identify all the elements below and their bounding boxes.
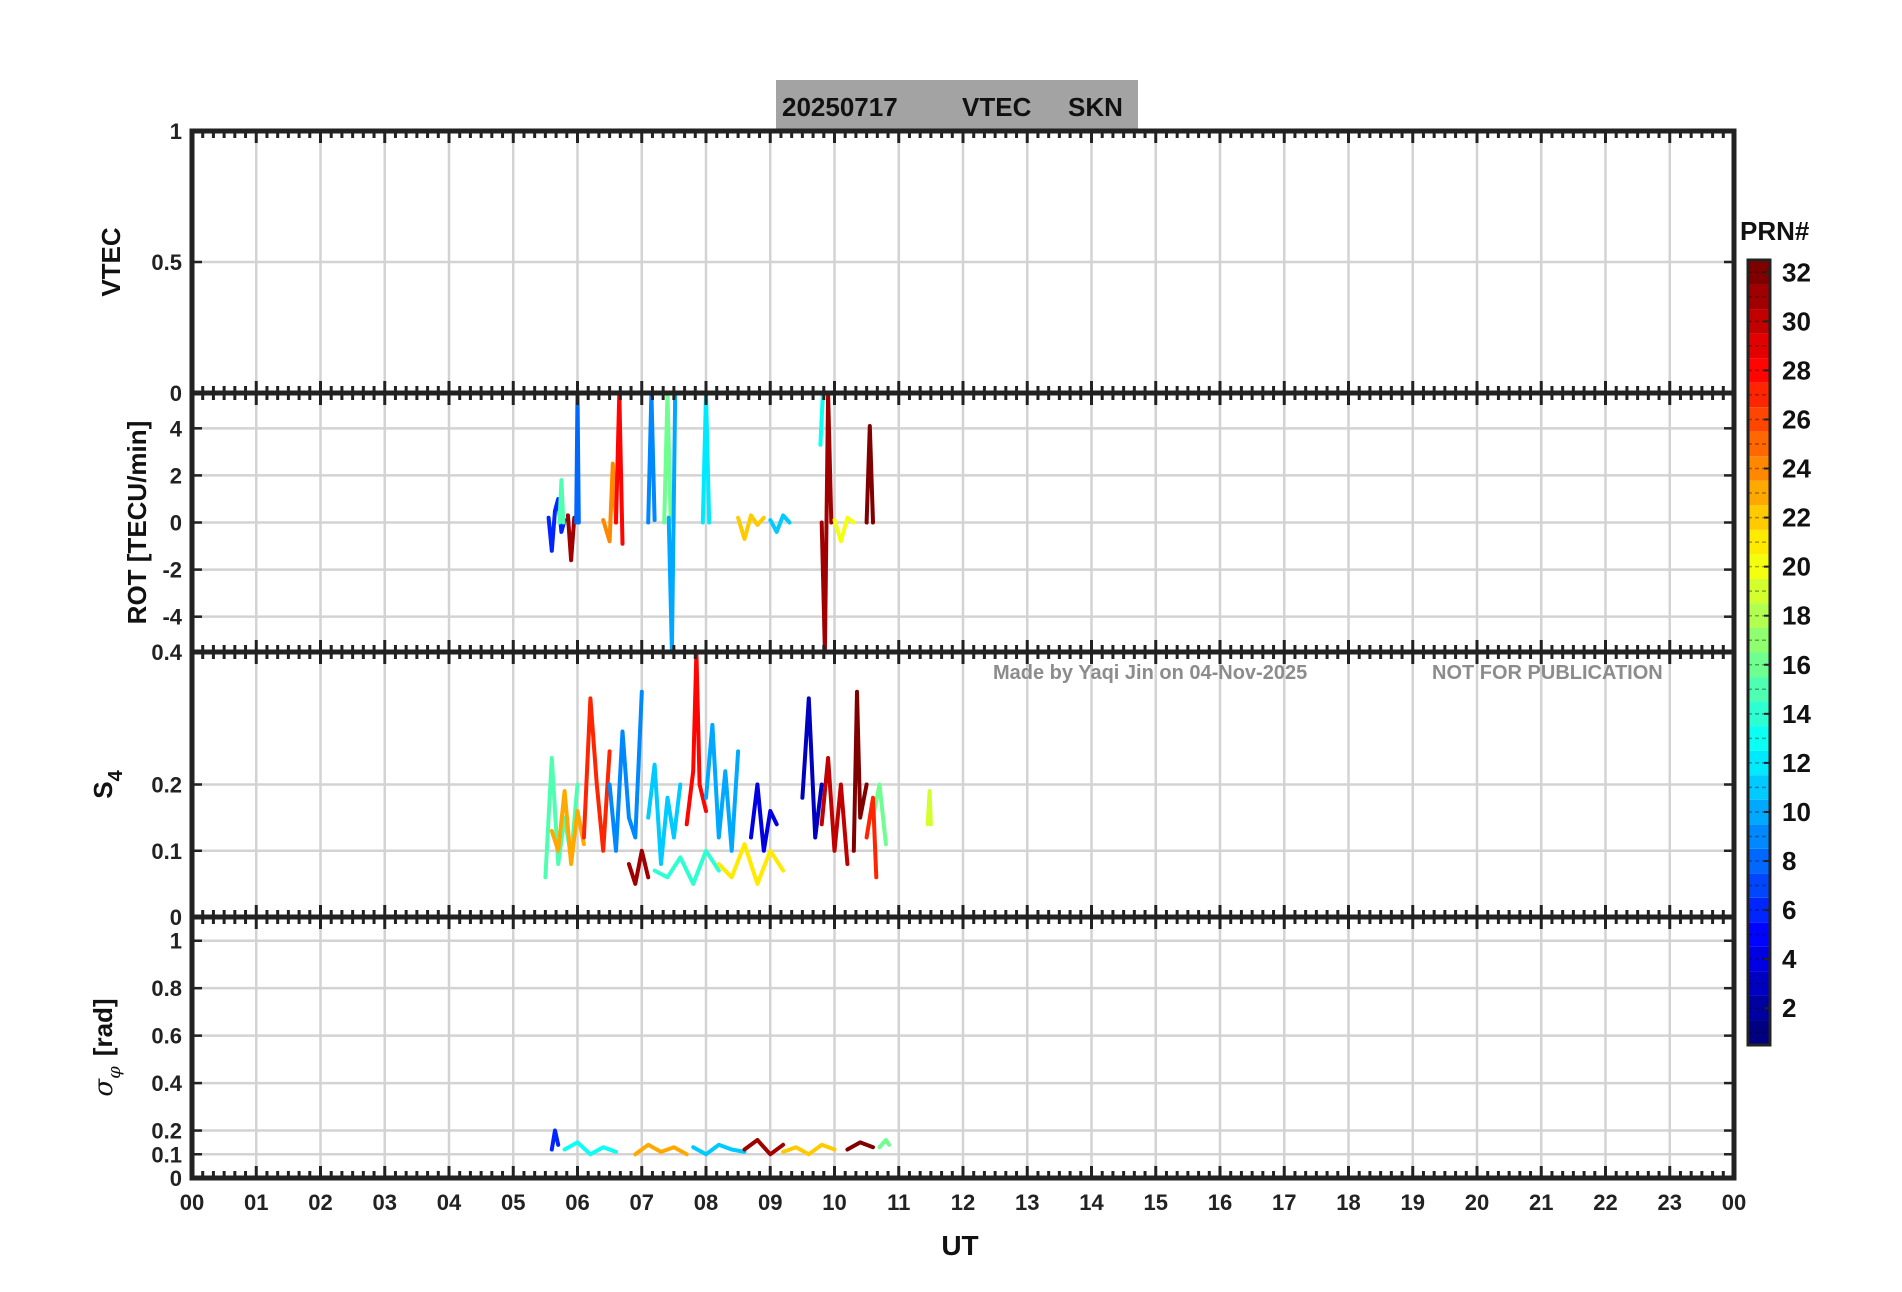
y-tick-label: 0.8: [151, 976, 182, 1001]
y-tick-label: 0: [170, 905, 182, 930]
watermark-made-by: Made by Yaqi Jin on 04-Nov-2025: [993, 662, 1307, 684]
x-tick-label: 04: [437, 1190, 462, 1215]
y-tick-label: 0.2: [151, 1119, 182, 1144]
series-rot-prn13-11: [818, 391, 825, 447]
series-rot-prn15-3: [557, 478, 566, 525]
x-tick-label: 12: [951, 1190, 975, 1215]
y-tick-label: 0.1: [151, 839, 182, 864]
y-tick-label: 0.4: [151, 1071, 182, 1096]
x-tick-label: 10: [822, 1190, 846, 1215]
y-tick-label: 1: [170, 929, 182, 954]
y-tick-label: 0.4: [151, 640, 182, 665]
title-station: SKN: [1068, 92, 1123, 122]
colorbar-tick-label: 26: [1782, 404, 1811, 434]
x-tick-label: 08: [694, 1190, 718, 1215]
x-tick-label: 21: [1529, 1190, 1553, 1215]
colorbar-tick-label: 30: [1782, 306, 1811, 336]
x-tick-label: 19: [1401, 1190, 1425, 1215]
series-rot-prn8-2: [574, 391, 581, 525]
x-tick-label: 15: [1144, 1190, 1168, 1215]
y-tick-label: 0.6: [151, 1024, 182, 1049]
y-label-sigma: σ: [89, 1078, 119, 1097]
y-tick-label: -4: [162, 605, 182, 630]
y-axis-label-sigma: σφ [rad]: [88, 998, 125, 1096]
colorbar-tick-label: 12: [1782, 748, 1811, 778]
panel-sigma: 00.10.2 0.4 0.6 0.8 1 σφ [rad]: [88, 917, 1734, 1191]
x-tick-label: 20: [1465, 1190, 1489, 1215]
colorbar-tick-label: 6: [1782, 895, 1796, 925]
x-tick-label: 07: [630, 1190, 654, 1215]
colorbar-tick-label: 28: [1782, 355, 1811, 385]
title-date: 20250717: [782, 92, 898, 122]
x-tick-label: 00: [180, 1190, 204, 1215]
x-tick-label: 09: [758, 1190, 782, 1215]
x-axis-label: UT: [941, 1230, 978, 1261]
x-tick-label: 06: [565, 1190, 589, 1215]
x-tick-label: 23: [1658, 1190, 1682, 1215]
colorbar-tick-label: 10: [1782, 797, 1811, 827]
x-tick-label: 13: [1015, 1190, 1039, 1215]
x-tick-label: 03: [373, 1190, 397, 1215]
colorbar-tick-label: 14: [1782, 699, 1811, 729]
chart-figure: 20250717 VTEC SKN 00.51VTEC-4-2024ROT [T…: [88, 80, 1811, 1261]
y-axis-label-vtec: VTEC: [96, 227, 126, 297]
colorbar-tick-label: 18: [1782, 601, 1811, 631]
x-tick-label: 02: [308, 1190, 332, 1215]
colorbar-tick-label: 8: [1782, 846, 1796, 876]
colorbar-label: PRN#: [1740, 216, 1810, 246]
y-tick-label: 2: [170, 463, 182, 488]
colorbar-tick-label: 20: [1782, 552, 1811, 582]
x-axis-ticks: 00 01 02 03 04 05 06 07 08 09 10 11 12 13 14 15 16 17 18 19…: [180, 1190, 1746, 1215]
colorbar-tick-label: 2: [1782, 993, 1796, 1023]
y-tick-label: 0.1: [151, 1142, 182, 1167]
colorbar-tick-label: 32: [1782, 257, 1811, 287]
y-tick-label: 0.5: [151, 250, 182, 275]
x-tick-label: 01: [244, 1190, 268, 1215]
y-tick-label: -2: [162, 558, 182, 583]
panel-rot: -4 -2 0 2 4 ROT [TECU/min]: [122, 393, 1734, 652]
watermark-notice: NOT FOR PUBLICATION: [1432, 662, 1663, 684]
y-tick-label: 0: [170, 381, 182, 406]
x-tick-label: 18: [1336, 1190, 1360, 1215]
x-tick-label: 11: [887, 1190, 910, 1215]
colorbar-tick-label: 4: [1782, 944, 1797, 974]
y-axis-label-s4: S4: [88, 769, 127, 798]
colorbar-tick-label: 24: [1782, 454, 1811, 484]
y-label-unit: [rad]: [88, 998, 118, 1056]
colorbar: 2468101214161820222426283032: [1746, 257, 1811, 1047]
y-axis-label-rot: ROT [TECU/min]: [122, 421, 152, 625]
y-tick-label: 1: [170, 119, 182, 144]
y-label-phi: φ: [104, 1066, 125, 1079]
y-label-main: S: [88, 781, 118, 798]
series-s4-prn19-32: [925, 789, 933, 827]
title-quantity: VTEC: [962, 92, 1032, 122]
y-label-sub: 4: [105, 769, 127, 781]
x-tick-label: 16: [1208, 1190, 1232, 1215]
x-tick-label: 17: [1272, 1190, 1296, 1215]
x-tick-label: 22: [1593, 1190, 1617, 1215]
panel-vtec: 0 0.5 1 VTEC: [96, 119, 1734, 406]
x-tick-label: 14: [1079, 1190, 1104, 1215]
y-tick-label: 0: [170, 1166, 182, 1191]
x-tick-label: 00: [1722, 1190, 1746, 1215]
y-tick-label: 0.2: [151, 773, 182, 798]
x-tick-label: 05: [501, 1190, 525, 1215]
colorbar-tick-label: 22: [1782, 503, 1811, 533]
y-tick-label: 4: [170, 416, 183, 441]
y-tick-label: 0: [170, 511, 182, 536]
colorbar-tick-label: 16: [1782, 650, 1811, 680]
